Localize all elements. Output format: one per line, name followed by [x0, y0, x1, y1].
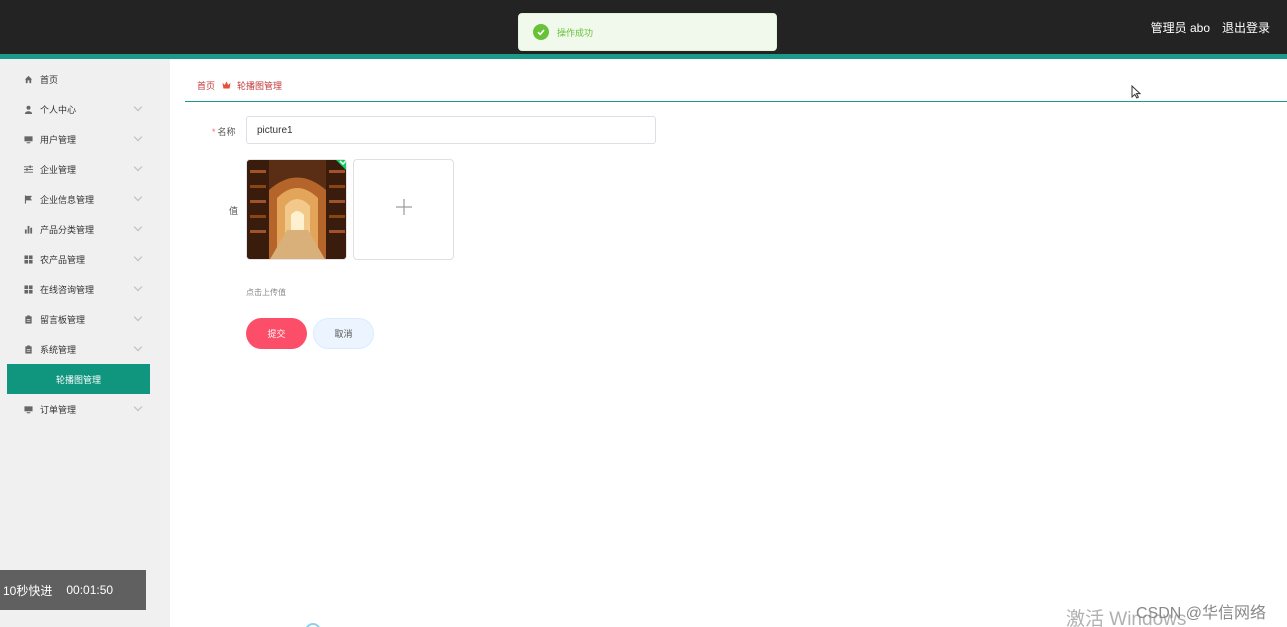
sidebar-item-home[interactable]: 首页	[0, 64, 156, 94]
sidebar-item-label: 首页	[40, 74, 59, 85]
home-icon	[24, 75, 33, 84]
video-player-overlay[interactable]: 10秒快进 00:01:50	[0, 570, 146, 610]
person-icon	[24, 105, 33, 114]
chevron-down-icon	[133, 162, 143, 172]
header-accent-strip	[0, 54, 1287, 59]
name-field-label: * 名称	[212, 127, 236, 137]
clipboard-icon	[24, 344, 33, 354]
sidebar-item-label: 企业信息管理	[40, 194, 95, 205]
chevron-down-icon	[133, 132, 143, 142]
chevron-down-icon	[133, 312, 143, 322]
sidebar-item-label: 订单管理	[40, 404, 77, 415]
plus-icon	[395, 199, 412, 220]
fast-forward-label[interactable]: 10秒快进	[3, 582, 52, 599]
chevron-down-icon	[133, 102, 143, 112]
submit-button[interactable]: 提交	[246, 318, 307, 349]
clipboard-icon	[24, 314, 33, 324]
sidebar-item-orders[interactable]: 订单管理	[0, 394, 156, 424]
uploaded-image-thumbnail[interactable]	[246, 159, 347, 260]
sidebar-item-label: 留言板管理	[40, 314, 86, 325]
sidebar-subitem-carousel[interactable]: 轮播图管理	[7, 364, 150, 394]
crown-icon	[222, 80, 231, 91]
breadcrumb: 首页 轮播图管理	[197, 79, 282, 92]
loading-indicator	[305, 623, 321, 627]
success-toast: 操作成功	[518, 13, 777, 51]
breadcrumb-current: 轮播图管理	[237, 81, 283, 91]
csdn-watermark: CSDN @华信网络	[1136, 605, 1267, 622]
sliders-icon	[24, 164, 33, 174]
upload-hint: 点击上传值	[246, 288, 286, 297]
mouse-cursor-icon	[1131, 84, 1142, 104]
sidebar-item-label: 企业管理	[40, 164, 77, 175]
sidebar-item-enterprise[interactable]: 企业管理	[0, 154, 156, 184]
sidebar: 首页 个人中心 用户管理 企业管理 企业信息管理 产品分类管理 农产品管理 在线…	[0, 59, 170, 627]
upload-success-icon	[336, 160, 346, 170]
video-time: 00:01:50	[66, 583, 114, 597]
value-field-label: 值	[229, 206, 239, 216]
current-user-label: 管理员 abo	[1150, 21, 1210, 35]
name-input[interactable]	[246, 116, 656, 144]
sidebar-item-label: 系统管理	[40, 344, 77, 355]
sidebar-item-label: 个人中心	[40, 104, 77, 115]
flag-icon	[24, 194, 33, 204]
chevron-down-icon	[133, 222, 143, 232]
chevron-down-icon	[133, 252, 143, 262]
sidebar-item-system[interactable]: 系统管理	[0, 334, 156, 364]
chevron-down-icon	[133, 342, 143, 352]
sidebar-item-label: 农产品管理	[40, 254, 86, 265]
monitor-icon	[24, 135, 33, 144]
chevron-down-icon	[133, 402, 143, 412]
toast-message: 操作成功	[557, 27, 594, 38]
sidebar-item-enterprise-info[interactable]: 企业信息管理	[0, 184, 156, 214]
sidebar-item-message-board[interactable]: 留言板管理	[0, 304, 156, 334]
image-upload-button[interactable]	[353, 159, 454, 260]
breadcrumb-home[interactable]: 首页	[197, 79, 215, 92]
sidebar-item-profile[interactable]: 个人中心	[0, 94, 156, 124]
chevron-down-icon	[133, 282, 143, 292]
monitor-icon	[24, 405, 33, 414]
chevron-down-icon	[133, 192, 143, 202]
sidebar-item-label: 在线咨询管理	[40, 284, 95, 295]
bar-chart-icon	[24, 225, 33, 234]
sidebar-item-label: 产品分类管理	[40, 224, 95, 235]
cancel-button[interactable]: 取消	[313, 318, 374, 349]
content-divider	[185, 101, 1287, 102]
sidebar-item-product-category[interactable]: 产品分类管理	[0, 214, 156, 244]
sidebar-item-consult[interactable]: 在线咨询管理	[0, 274, 156, 304]
sidebar-item-label: 用户管理	[40, 134, 77, 145]
sidebar-item-users[interactable]: 用户管理	[0, 124, 156, 154]
check-circle-icon	[533, 24, 549, 40]
logout-link[interactable]: 退出登录	[1222, 19, 1270, 36]
grid-icon	[24, 254, 33, 264]
sidebar-item-agri-products[interactable]: 农产品管理	[0, 244, 156, 274]
grid-icon	[24, 284, 33, 294]
